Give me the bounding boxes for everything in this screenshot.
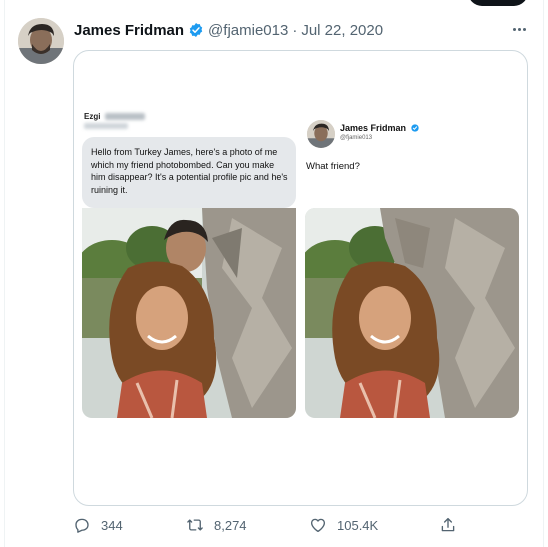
tweet-media-image[interactable]: Ezgi Hello from Turkey James, here's a p… <box>73 50 528 506</box>
previous-tweet-stats-strip <box>0 0 548 8</box>
like-button[interactable]: 105.4K <box>309 514 378 536</box>
share-button[interactable] <box>439 514 457 536</box>
more-icon <box>512 27 527 31</box>
timeline-border-left <box>4 0 5 547</box>
follow-button-fragment[interactable] <box>468 0 528 6</box>
reply-message-text: What friend? <box>306 161 360 172</box>
tweet-actions-bar: 344 8,274 105.4K <box>73 514 473 536</box>
like-icon <box>310 518 326 533</box>
blurred-surname <box>105 113 145 120</box>
avatar-image <box>18 18 64 64</box>
verified-badge-icon <box>189 23 203 37</box>
blurred-username <box>84 123 128 129</box>
dm-message-text: Hello from Turkey James, here's a photo … <box>91 147 288 195</box>
retweet-count: 8,274 <box>214 517 247 533</box>
more-options-button[interactable] <box>508 19 530 39</box>
like-count: 105.4K <box>337 517 379 533</box>
author-display-name[interactable]: James Fridman <box>74 22 184 39</box>
dm-message-bubble: Hello from Turkey James, here's a photo … <box>82 137 296 208</box>
author-handle[interactable]: @fjamie013 <box>208 22 288 39</box>
retweet-button[interactable]: 8,274 <box>186 514 247 536</box>
reply-author-name: James Fridman <box>340 123 419 133</box>
reply-author-handle: @fjamie013 <box>340 135 373 141</box>
retweet-icon <box>187 519 203 531</box>
reply-count: 344 <box>101 517 123 533</box>
timeline-border-right <box>543 0 544 547</box>
reply-icon <box>75 518 89 533</box>
edited-photo <box>305 208 519 418</box>
tweet-date[interactable]: Jul 22, 2020 <box>301 22 383 39</box>
reply-author-name-text: James Fridman <box>340 123 407 133</box>
share-icon <box>441 517 455 532</box>
original-photo <box>82 208 296 418</box>
dm-sender-name: Ezgi <box>84 112 101 121</box>
author-avatar[interactable] <box>18 18 64 64</box>
header-separator: · <box>292 21 298 39</box>
reply-author-avatar <box>307 120 335 148</box>
reply-verified-badge-icon <box>410 124 419 132</box>
reply-button[interactable]: 344 <box>73 514 123 536</box>
tweet-header: James Fridman @fjamie013 · Jul 22, 2020 <box>74 20 383 40</box>
